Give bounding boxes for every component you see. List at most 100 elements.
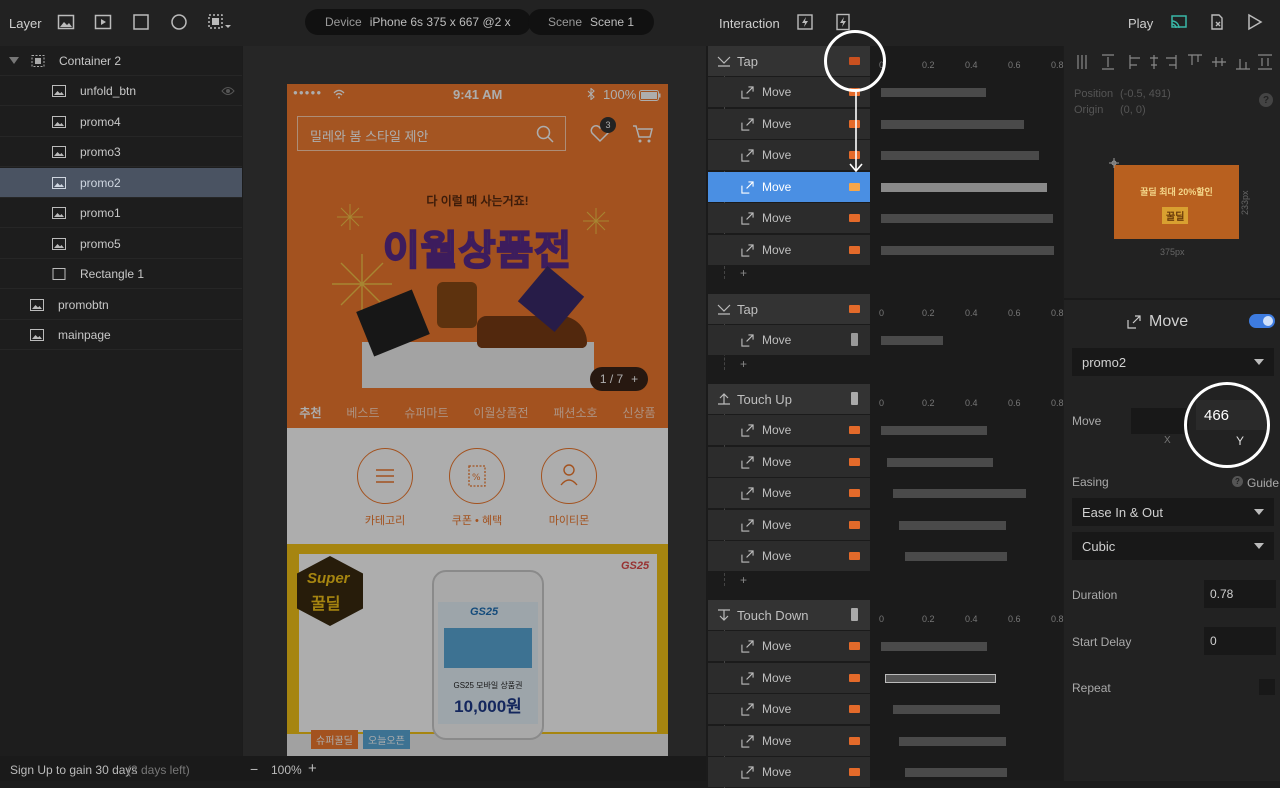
action-row[interactable]: Move [708,140,870,170]
action-row[interactable]: Move [708,541,870,571]
ruler-tick: 0 [879,308,885,318]
action-row[interactable]: Move [708,478,870,508]
timeline-bar[interactable] [881,336,943,345]
timeline-bar[interactable] [881,88,986,97]
trigger-label: Tap [737,53,758,69]
layer-thumbnail-swatch [849,705,860,713]
add-action-button[interactable]: + [740,266,747,280]
layer-item-promo1[interactable]: promo1 [0,198,242,228]
tap-icon [717,56,731,67]
add-action-button[interactable]: + [740,573,747,587]
container-tool-icon[interactable] [207,13,233,33]
action-row[interactable]: Move [708,325,870,355]
play-icon[interactable] [1245,13,1265,33]
origin-handle-icon[interactable] [1109,158,1119,168]
layer-thumbnail-swatch [849,426,860,434]
export-icon[interactable] [1208,13,1228,33]
action-row[interactable]: Move [708,510,870,540]
ruler-tick: 0.2 [922,308,935,318]
repeat-checkbox[interactable] [1259,679,1275,695]
cast-icon[interactable] [1170,13,1190,33]
device-selector[interactable]: Device iPhone 6s 375 x 667 @2 x [305,9,531,35]
help-icon[interactable]: ? [1259,93,1273,107]
curve-dropdown[interactable]: Cubic [1072,532,1274,560]
action-row[interactable]: Move [708,172,870,202]
layer-thumbnail-swatch [849,552,860,560]
action-row[interactable]: Move [708,235,870,265]
layer-item-promo2[interactable]: promo2 [0,168,242,198]
timeline-bar[interactable] [893,489,1026,498]
action-row[interactable]: Move [708,203,870,233]
highlight-circle [1184,382,1270,468]
easing-dropdown[interactable]: Ease In & Out [1072,498,1274,526]
timeline-bar[interactable] [887,458,993,467]
timeline-bar[interactable] [899,521,1006,530]
timeline-bar[interactable] [893,705,1000,714]
action-label: Move [762,765,792,779]
action-label: Move [762,423,792,437]
action-row[interactable]: Move [708,415,870,445]
duration-label: Duration [1072,588,1118,602]
add-action-button[interactable]: + [740,357,747,371]
ellipse-tool-icon[interactable] [170,13,190,33]
action-row[interactable]: Move [708,631,870,661]
layer-item-promobtn[interactable]: promobtn [0,290,242,320]
action-toggle[interactable] [1249,314,1275,328]
visibility-eye-icon[interactable] [221,86,235,96]
trigger-row[interactable]: Tap [708,294,870,324]
image-layer-icon [52,176,66,189]
layer-item-promo3[interactable]: promo3 [0,137,242,167]
layer-item-unfold-btn[interactable]: unfold_btn [0,76,242,106]
layer-item-mainpage[interactable]: mainpage [0,320,242,350]
timeline-bar[interactable] [905,768,1007,777]
layer-item-rectangle-1[interactable]: Rectangle 1 [0,259,242,289]
device-label: Device [325,15,362,29]
action-row[interactable]: Move [708,694,870,724]
layer-thumbnail-swatch [849,214,860,222]
duration-field[interactable]: 0.78 [1204,580,1276,608]
action-row[interactable]: Move [708,663,870,693]
image-tool-icon[interactable] [57,13,77,33]
timeline-bar[interactable] [881,246,1054,255]
video-tool-icon[interactable] [94,13,114,33]
timeline-bar[interactable] [881,214,1053,223]
timeline-bar[interactable] [899,737,1006,746]
container-icon [31,54,45,67]
timeline-bar[interactable] [905,552,1007,561]
action-row[interactable]: Move [708,726,870,756]
move-x-field[interactable] [1131,408,1189,434]
action-label: Move [762,117,792,131]
move-action-icon [741,212,754,225]
collapse-arrow-icon[interactable] [9,56,19,65]
zoom-in-button[interactable]: + [308,760,317,777]
move-action-icon [741,118,754,131]
layer-item-promo4[interactable]: promo4 [0,107,242,137]
action-row[interactable]: Move [708,757,870,787]
ruler-tick: 0.4 [965,614,978,624]
trigger-swatch [851,608,858,621]
timeline-bar[interactable] [881,120,1024,129]
trigger-row[interactable]: Touch Up [708,384,870,414]
trigger-icon[interactable] [796,13,816,33]
timeline-bar[interactable] [881,183,1047,192]
timeline-bar[interactable] [881,426,987,435]
guide-link[interactable]: Guide [1247,476,1279,490]
timeline-bar[interactable] [881,151,1039,160]
scene-selector[interactable]: Scene Scene 1 [528,9,655,35]
rectangle-tool-icon[interactable] [132,13,152,33]
ruler-tick: 0.2 [922,614,935,624]
guide-help-icon[interactable]: ? [1232,476,1243,487]
trigger-row[interactable]: Touch Down [708,600,870,630]
device-value: iPhone 6s 375 x 667 @2 x [369,15,511,29]
action-row[interactable]: Move [708,447,870,477]
layer-item-promo5[interactable]: promo5 [0,229,242,259]
layer-thumbnail-swatch [851,333,858,346]
signup-text[interactable]: Sign Up to gain 30 days [10,763,137,777]
timeline-bar[interactable] [881,642,987,651]
layer-item-container-2[interactable]: Container 2 [0,46,242,76]
target-layer-dropdown[interactable]: promo2 [1072,348,1274,376]
action-row[interactable]: Move [708,109,870,139]
zoom-out-button[interactable]: − [250,761,258,777]
start-delay-field[interactable]: 0 [1204,627,1276,655]
timeline-bar[interactable] [885,674,996,683]
